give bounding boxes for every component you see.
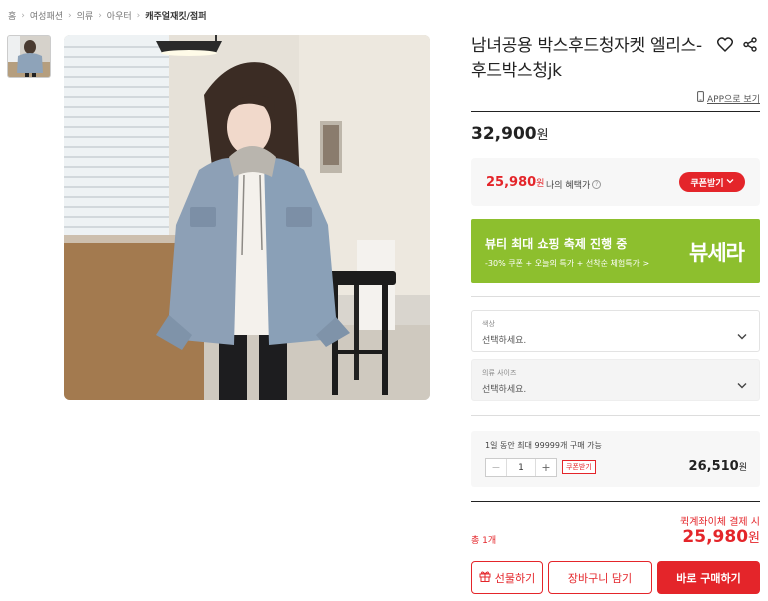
total-count: 총 1개	[471, 536, 497, 546]
option-price-value: 26,510	[688, 459, 739, 474]
heart-icon[interactable]	[716, 35, 734, 53]
banner-brand-logo: 뷰세라	[689, 241, 745, 265]
benefit-label-text: 나의 혜택가	[546, 181, 591, 191]
chevron-down-icon	[737, 325, 747, 344]
breadcrumb-home[interactable]: 홈	[8, 9, 16, 22]
share-icon[interactable]	[741, 35, 759, 53]
breadcrumb-current[interactable]: 캐주얼재킷/점퍼	[145, 9, 206, 22]
color-select-value: 선택하세요.	[482, 336, 527, 346]
total-price-currency: 원	[748, 531, 760, 546]
divider	[471, 415, 760, 416]
app-view-link[interactable]: APP으로 보기	[697, 91, 760, 105]
breadcrumb-clothing[interactable]: 의류	[77, 9, 94, 22]
price-value: 32,900	[471, 124, 537, 144]
size-select[interactable]: 의류 사이즈 선택하세요.	[471, 359, 760, 401]
color-select[interactable]: 색상 선택하세요.	[471, 310, 760, 352]
option-coupon-button[interactable]: 쿠폰받기	[562, 460, 596, 474]
total-price-value: 25,980	[682, 527, 749, 547]
product-main-image[interactable]	[64, 35, 430, 400]
payment-note: 퀵계좌이체 결제 시	[680, 517, 760, 528]
divider	[471, 111, 760, 112]
breadcrumb-women-fashion[interactable]: 여성패션	[30, 9, 63, 22]
purchase-limit-text: 1일 동안 최대 99999개 구매 가능	[485, 441, 602, 450]
benefit-label: 나의 혜택가 ?	[546, 178, 602, 191]
gift-button[interactable]: 선물하기	[471, 561, 543, 594]
product-title: 남녀공용 박스후드청자켓 엘리스-후드박스청jk	[471, 36, 702, 81]
color-select-label: 색상	[482, 320, 495, 328]
coupon-download-button[interactable]: 쿠폰받기	[679, 172, 745, 192]
price-currency: 원	[536, 128, 549, 143]
benefit-price: 25,980원	[486, 175, 544, 190]
breadcrumb-separator: ›	[21, 10, 25, 21]
size-select-value: 선택하세요.	[482, 385, 527, 395]
breadcrumb: 홈 › 여성패션 › 의류 › 아우터 › 캐주얼재킷/점퍼	[8, 9, 207, 23]
gift-icon	[479, 570, 491, 585]
app-view-label: APP으로 보기	[707, 94, 760, 105]
quantity-value[interactable]: 1	[506, 459, 536, 476]
add-to-cart-button[interactable]: 장바구니 담기	[548, 561, 652, 594]
banner-title: 뷰티 최대 쇼핑 축제 진행 중	[485, 237, 628, 251]
benefit-price-currency: 원	[536, 179, 545, 189]
quantity-box: 1일 동안 최대 99999개 구매 가능 − 1 + 쿠폰받기 26,510원	[471, 431, 760, 487]
size-select-label: 의류 사이즈	[482, 369, 517, 377]
phone-icon	[697, 91, 704, 105]
banner-subtitle: -30% 쿠폰 + 오늘의 특가 + 선착순 체험특가 >	[485, 259, 650, 268]
info-icon[interactable]: ?	[592, 180, 602, 189]
option-price: 26,510원	[689, 459, 747, 474]
divider	[471, 501, 760, 502]
breadcrumb-outer[interactable]: 아우터	[107, 9, 132, 22]
gift-button-label: 선물하기	[494, 571, 536, 585]
chevron-down-icon	[726, 177, 734, 187]
product-thumbnail[interactable]	[7, 35, 51, 78]
buy-now-button[interactable]: 바로 구매하기	[657, 561, 760, 594]
product-price: 32,900원	[471, 124, 549, 144]
coupon-download-label: 쿠폰받기	[690, 178, 724, 189]
divider	[471, 296, 760, 297]
quantity-stepper: − 1 +	[485, 458, 557, 477]
promo-banner[interactable]: 뷰티 최대 쇼핑 축제 진행 중 -30% 쿠폰 + 오늘의 특가 + 선착순 …	[471, 219, 760, 283]
breadcrumb-separator: ›	[98, 10, 102, 21]
breadcrumb-separator: ›	[136, 10, 141, 21]
option-price-currency: 원	[738, 463, 747, 473]
quantity-increase-button[interactable]: +	[536, 459, 556, 476]
chevron-down-icon	[737, 374, 747, 393]
total-price: 25,980원	[682, 527, 760, 547]
benefit-price-box: 25,980원 나의 혜택가 ? 쿠폰받기	[471, 158, 760, 206]
benefit-price-value: 25,980	[486, 175, 537, 190]
breadcrumb-separator: ›	[68, 10, 72, 21]
quantity-decrease-button[interactable]: −	[486, 459, 506, 476]
